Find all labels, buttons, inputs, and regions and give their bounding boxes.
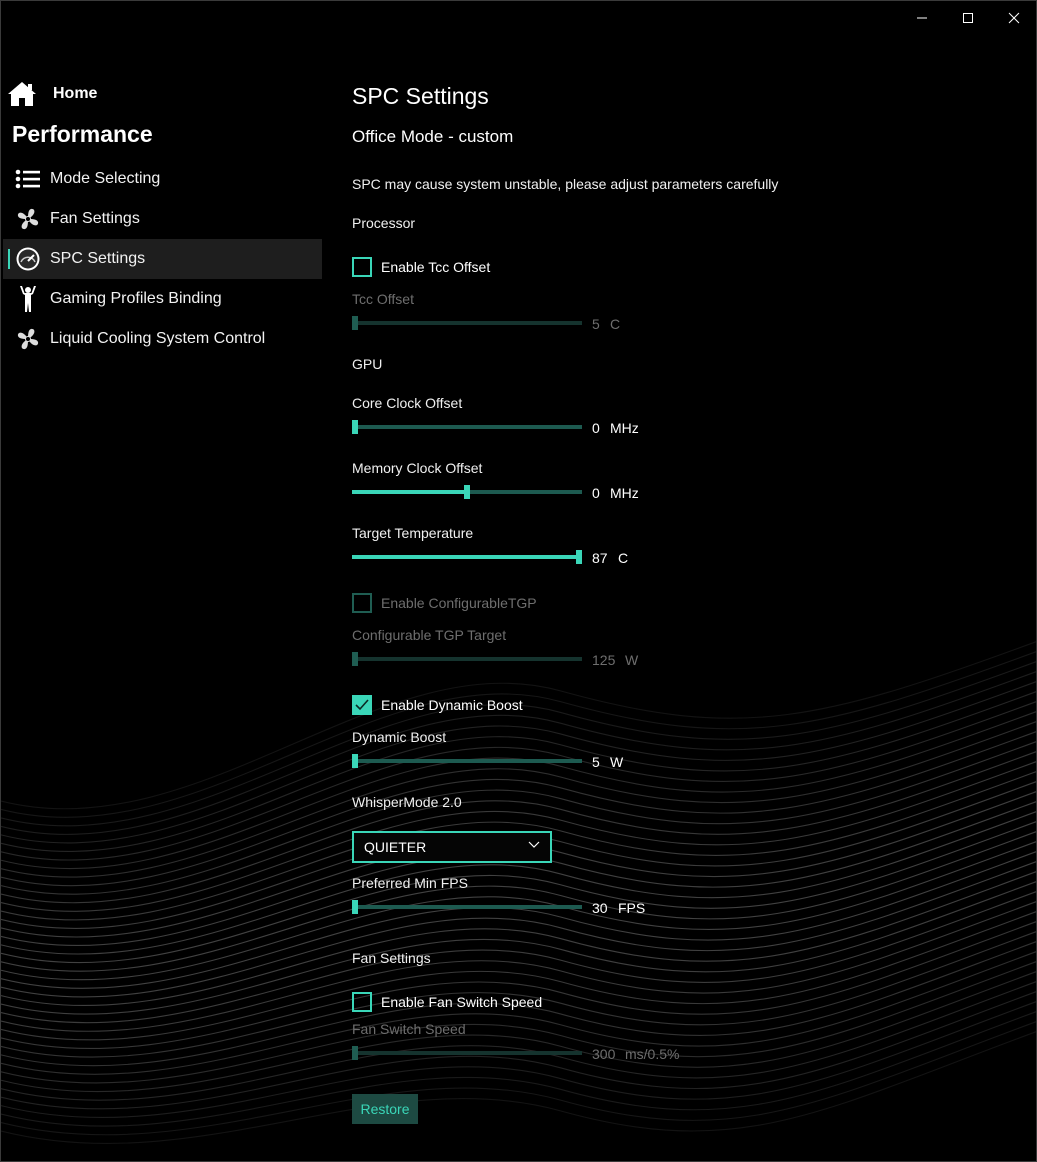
slider-thumb[interactable]	[576, 550, 582, 564]
fan-icon	[15, 206, 41, 232]
dropdown-selected-value: QUIETER	[364, 839, 427, 855]
slider-track	[352, 321, 582, 325]
enable-tcc-offset-checkbox[interactable]: Enable Tcc Offset	[352, 256, 490, 278]
slider-track	[352, 425, 582, 429]
home-icon	[8, 82, 36, 106]
slider-track	[352, 759, 582, 763]
home-button[interactable]: Home	[7, 79, 97, 109]
configurable-tgp-target-label: Configurable TGP Target	[352, 627, 507, 643]
checkbox-label: Enable Dynamic Boost	[381, 697, 523, 713]
sidebar-item-fan-settings[interactable]: Fan Settings	[3, 199, 322, 239]
preferred-min-fps-value: 30	[592, 900, 608, 916]
configurable-tgp-target-unit: W	[625, 652, 639, 668]
slider-track	[352, 905, 582, 909]
checkbox-label: Enable ConfigurableTGP	[381, 595, 537, 611]
slider-thumb[interactable]	[352, 900, 358, 914]
configurable-tgp-target-slider[interactable]	[352, 649, 582, 669]
page-subtitle: Office Mode - custom	[352, 127, 514, 146]
slider-fill	[352, 490, 467, 494]
sidebar-item-gaming-profiles-binding[interactable]: Gaming Profiles Binding	[3, 279, 322, 319]
sidebar-item-liquid-cooling[interactable]: Liquid Cooling System Control	[3, 319, 322, 359]
list-icon	[15, 166, 41, 192]
chevron-down-icon	[528, 841, 540, 848]
restore-button[interactable]: Restore	[352, 1094, 418, 1124]
target-temperature-unit: C	[618, 550, 629, 566]
checkbox-box	[352, 992, 372, 1012]
fan-settings-section-title: Fan Settings	[352, 950, 431, 966]
enable-dynamic-boost-checkbox[interactable]: Enable Dynamic Boost	[352, 694, 523, 716]
memory-clock-offset-value: 0	[592, 485, 600, 501]
target-temperature-label: Target Temperature	[352, 525, 474, 541]
checkbox-box	[352, 257, 372, 277]
sidebar-item-mode-selecting[interactable]: Mode Selecting	[3, 159, 322, 199]
fan-icon	[15, 326, 41, 352]
checkbox-box	[352, 695, 372, 715]
preferred-min-fps-label: Preferred Min FPS	[352, 875, 468, 891]
slider-track	[352, 657, 582, 661]
core-clock-offset-value: 0	[592, 420, 600, 436]
gpu-section-title: GPU	[352, 356, 383, 372]
target-temperature-value: 87	[592, 550, 608, 566]
checkbox-label: Enable Fan Switch Speed	[381, 994, 543, 1010]
tcc-offset-unit: C	[610, 316, 621, 332]
dynamic-boost-value: 5	[592, 754, 600, 770]
sidebar-item-label: SPC Settings	[50, 250, 146, 267]
configurable-tgp-target-value: 125	[592, 652, 616, 668]
fan-switch-speed-unit: ms/0.5%	[625, 1046, 680, 1062]
sidebar-item-label: Fan Settings	[50, 210, 140, 227]
core-clock-offset-slider[interactable]	[352, 417, 582, 437]
sidebar: Home Performance Mode Selecting Fan Sett…	[1, 1, 322, 1161]
dynamic-boost-label: Dynamic Boost	[352, 729, 447, 745]
home-label: Home	[53, 85, 98, 102]
fan-switch-speed-label: Fan Switch Speed	[352, 1021, 466, 1037]
section-title: Performance	[12, 121, 153, 147]
slider-thumb[interactable]	[352, 652, 358, 666]
app-window: Home Performance Mode Selecting Fan Sett…	[0, 0, 1037, 1162]
person-icon	[15, 286, 41, 312]
dynamic-boost-slider[interactable]	[352, 751, 582, 771]
tcc-offset-value: 5	[592, 316, 600, 332]
main-content: SPC Settings Office Mode - custom SPC ma…	[352, 1, 1032, 1161]
core-clock-offset-unit: MHz	[610, 420, 639, 436]
memory-clock-offset-unit: MHz	[610, 485, 639, 501]
dynamic-boost-unit: W	[610, 754, 624, 770]
processor-section-title: Processor	[352, 215, 416, 231]
sidebar-item-label: Liquid Cooling System Control	[50, 330, 266, 347]
tcc-offset-slider[interactable]	[352, 313, 582, 333]
fan-switch-speed-slider[interactable]	[352, 1043, 582, 1063]
page-title: SPC Settings	[352, 83, 489, 109]
warning-text: SPC may cause system unstable, please ad…	[352, 176, 779, 192]
slider-track	[352, 1051, 582, 1055]
target-temperature-slider[interactable]	[352, 547, 582, 567]
checkbox-label: Enable Tcc Offset	[381, 259, 491, 275]
gauge-icon	[15, 246, 41, 272]
tcc-offset-label: Tcc Offset	[352, 291, 414, 307]
slider-thumb[interactable]	[352, 1046, 358, 1060]
preferred-min-fps-unit: FPS	[618, 900, 646, 916]
enable-configurable-tgp-checkbox[interactable]: Enable ConfigurableTGP	[352, 592, 537, 614]
sidebar-item-spc-settings[interactable]: SPC Settings	[3, 239, 322, 279]
slider-thumb[interactable]	[352, 754, 358, 768]
whisper-mode-dropdown[interactable]: QUIETER	[352, 831, 552, 863]
sidebar-item-label: Mode Selecting	[50, 170, 161, 187]
enable-fan-switch-speed-checkbox[interactable]: Enable Fan Switch Speed	[352, 991, 542, 1013]
slider-thumb[interactable]	[352, 420, 358, 434]
slider-fill	[352, 555, 579, 559]
memory-clock-offset-label: Memory Clock Offset	[352, 460, 483, 476]
checkbox-box	[352, 593, 372, 613]
preferred-min-fps-slider[interactable]	[352, 897, 582, 917]
memory-clock-offset-slider[interactable]	[352, 482, 582, 502]
whisper-mode-label: WhisperMode 2.0	[352, 794, 462, 810]
active-indicator	[8, 249, 10, 269]
checkmark-icon	[355, 699, 369, 711]
slider-thumb[interactable]	[352, 316, 358, 330]
slider-thumb[interactable]	[464, 485, 470, 499]
sidebar-item-label: Gaming Profiles Binding	[50, 290, 222, 307]
fan-switch-speed-value: 300	[592, 1046, 616, 1062]
core-clock-offset-label: Core Clock Offset	[352, 395, 463, 411]
